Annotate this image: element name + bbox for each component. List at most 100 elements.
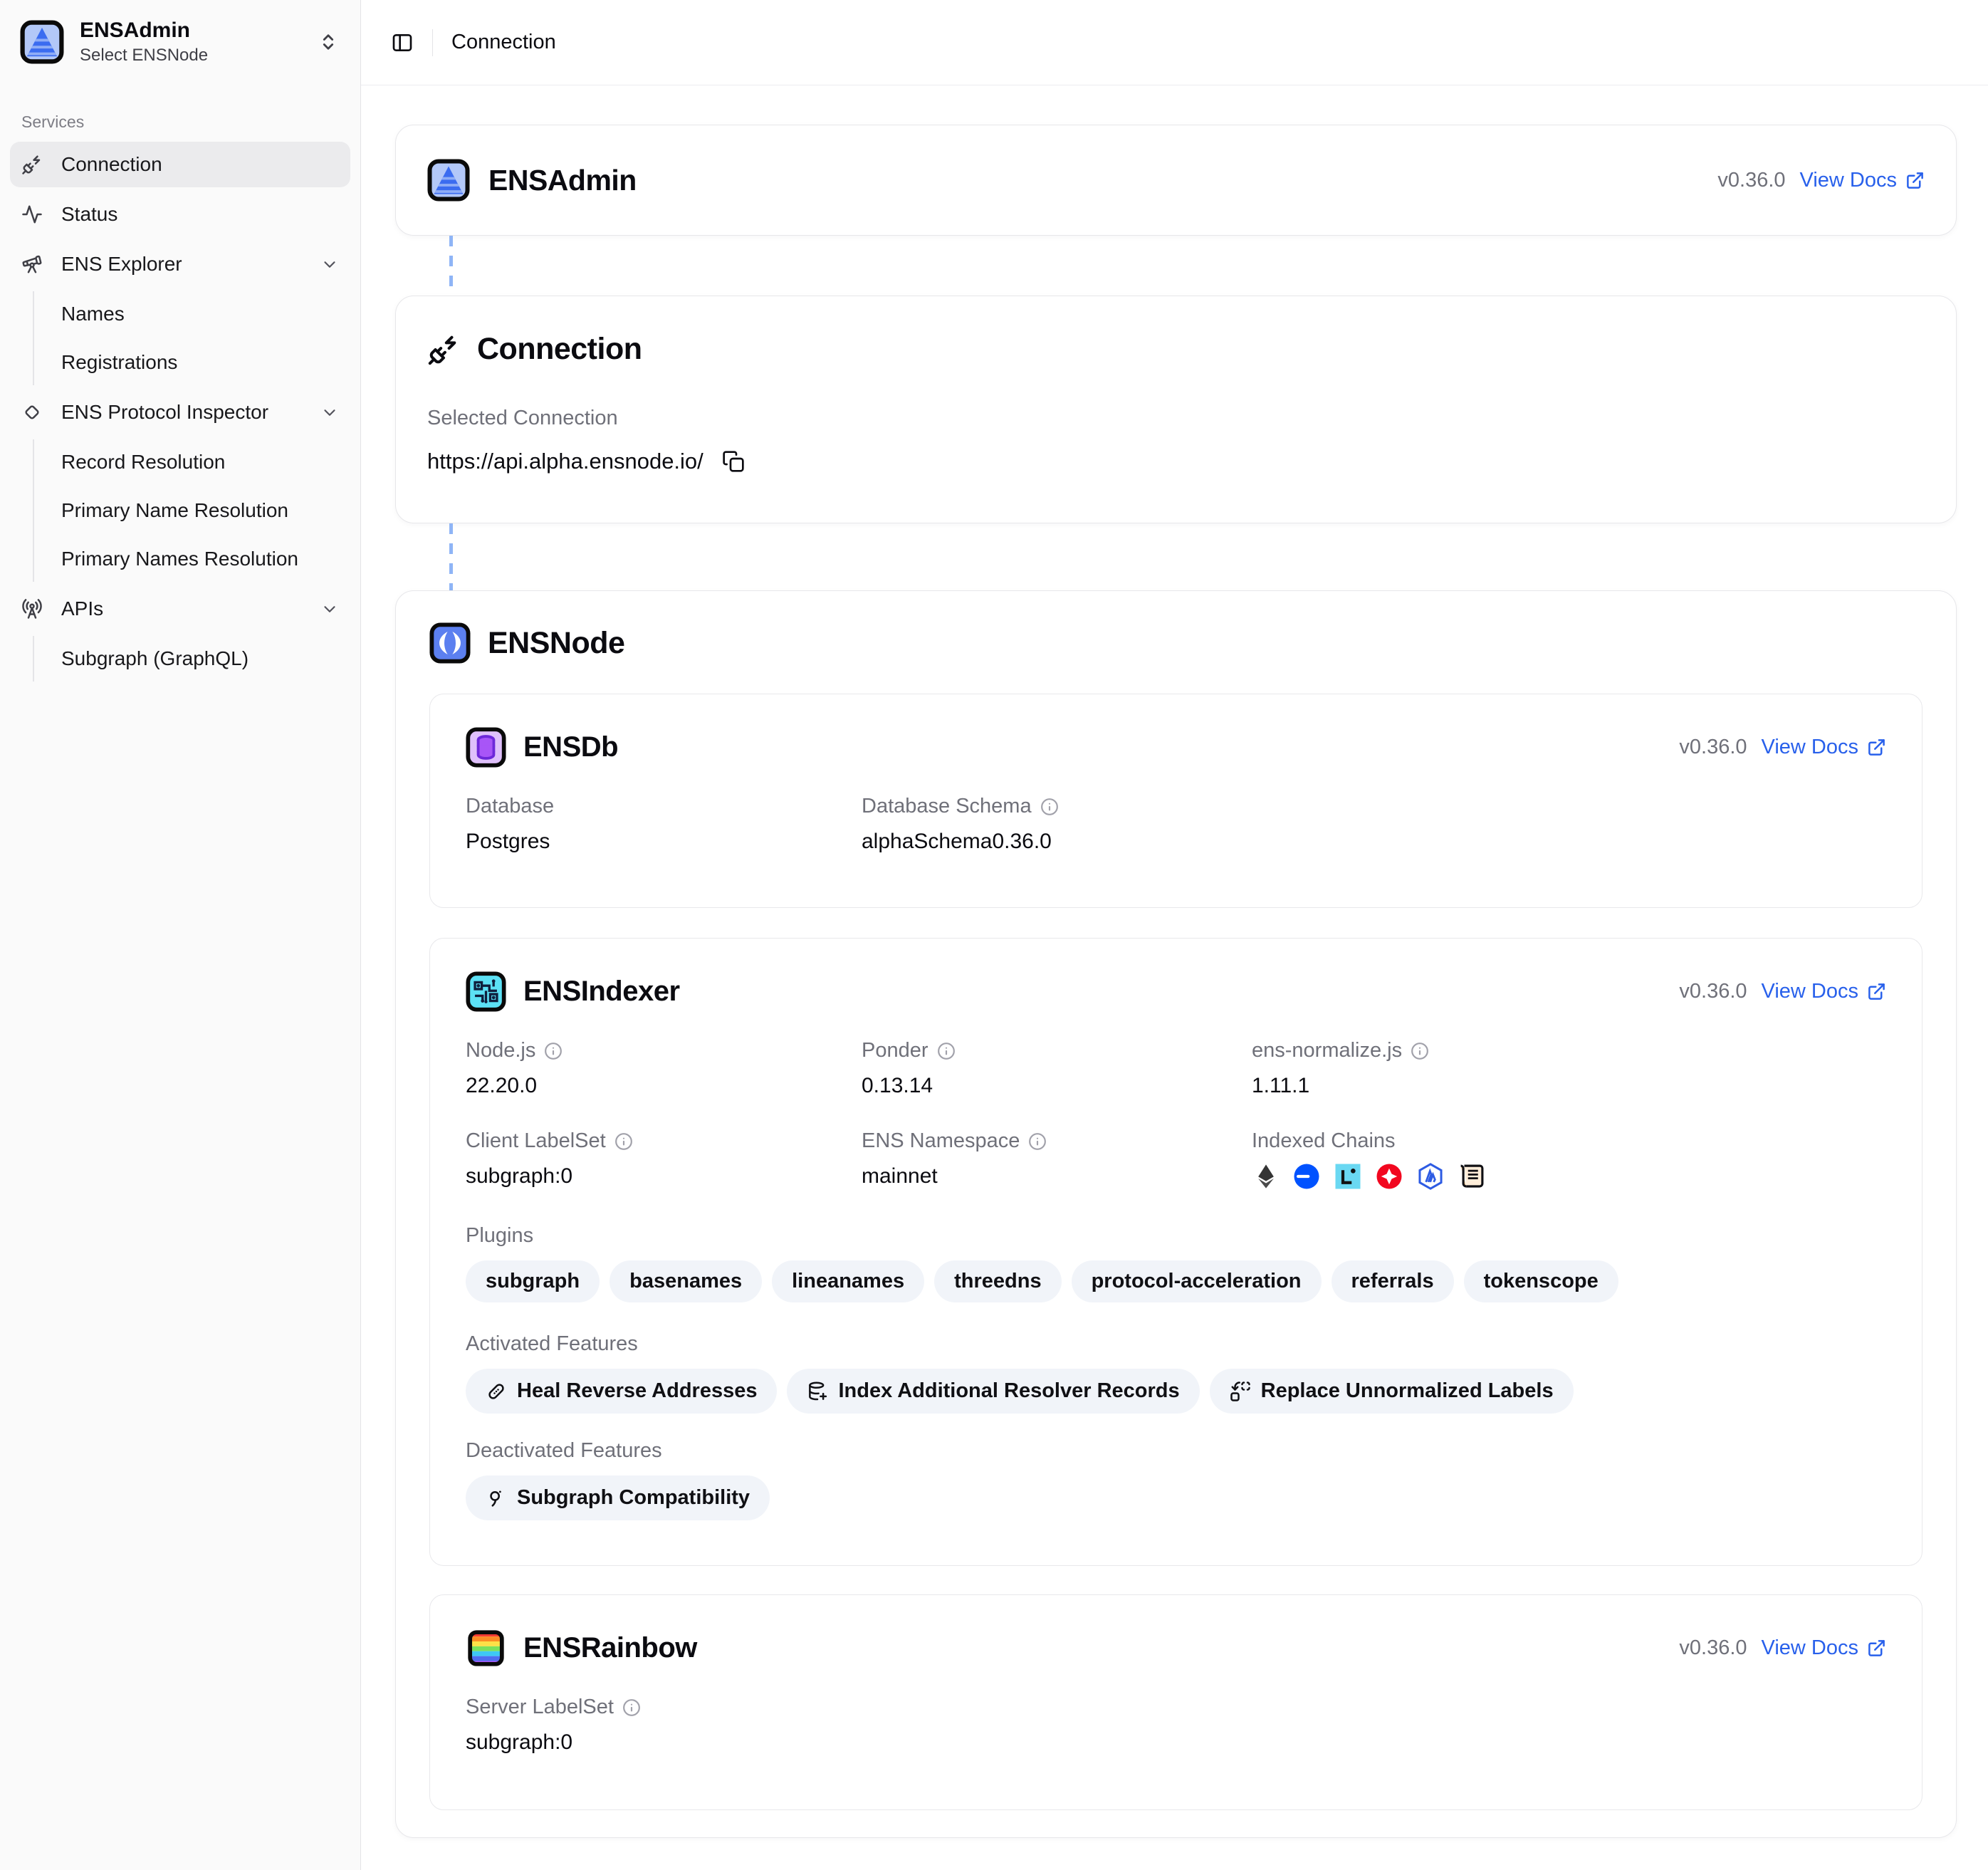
view-docs-label: View Docs bbox=[1762, 980, 1858, 1003]
external-link-icon bbox=[1867, 1639, 1886, 1658]
subgraph-icon bbox=[486, 1488, 507, 1509]
feature-label: Heal Reverse Addresses bbox=[517, 1379, 757, 1403]
copy-icon[interactable] bbox=[722, 450, 745, 473]
view-docs-link[interactable]: View Docs bbox=[1800, 169, 1925, 192]
field-value: subgraph:0 bbox=[466, 1730, 862, 1755]
view-docs-link[interactable]: View Docs bbox=[1762, 1636, 1886, 1660]
chevron-down-icon bbox=[320, 403, 339, 422]
field-label: Database Schema bbox=[862, 795, 1032, 818]
connector-dashed-line bbox=[449, 236, 453, 296]
sidebar-item-names[interactable]: Names bbox=[50, 291, 350, 337]
sidebar-item-connection[interactable]: Connection bbox=[10, 142, 350, 187]
sidebar-item-label: APIs bbox=[61, 597, 103, 620]
ensnode-selector[interactable]: ENSAdmin Select ENSNode bbox=[10, 0, 350, 81]
sidebar-item-label: Registrations bbox=[61, 351, 177, 374]
topbar: Connection bbox=[361, 0, 1988, 85]
info-icon[interactable] bbox=[614, 1132, 633, 1151]
view-docs-label: View Docs bbox=[1762, 736, 1858, 759]
sidebar-item-ens-protocol-inspector[interactable]: ENS Protocol Inspector bbox=[10, 390, 350, 435]
field-value: subgraph:0 bbox=[466, 1164, 862, 1189]
sidebar-item-label: Record Resolution bbox=[61, 451, 225, 474]
sidebar-item-label: Status bbox=[61, 203, 117, 226]
activated-features-label: Activated Features bbox=[466, 1332, 1886, 1356]
ensadmin-logo-icon bbox=[20, 20, 64, 64]
info-icon[interactable] bbox=[1411, 1042, 1429, 1060]
chevron-down-icon bbox=[320, 255, 339, 273]
ensadmin-logo-icon bbox=[427, 159, 470, 202]
sidebar-toggle-icon[interactable] bbox=[391, 31, 414, 54]
info-icon[interactable] bbox=[622, 1698, 641, 1717]
ensindexer-logo-icon bbox=[466, 971, 506, 1012]
plugins-section: Plugins subgraph basenames lineanames th… bbox=[466, 1224, 1886, 1302]
info-icon[interactable] bbox=[544, 1042, 563, 1060]
ensrainbow-logo-icon bbox=[466, 1628, 506, 1668]
field-label: ens-normalize.js bbox=[1252, 1039, 1402, 1062]
plugins-row: subgraph basenames lineanames threedns p… bbox=[466, 1260, 1886, 1302]
plugin-badge: subgraph bbox=[466, 1260, 600, 1302]
field-label: Node.js bbox=[466, 1039, 535, 1062]
feature-label: Index Additional Resolver Records bbox=[838, 1379, 1179, 1403]
telescope-icon bbox=[21, 254, 43, 275]
sidebar-item-primary-names-resolution[interactable]: Primary Names Resolution bbox=[50, 536, 350, 582]
ethereum-icon bbox=[1252, 1162, 1280, 1191]
connector-dashed-line bbox=[449, 523, 453, 590]
ensadmin-card-title: ENSAdmin bbox=[488, 164, 637, 197]
app-name: ENSAdmin bbox=[80, 19, 208, 43]
base-icon bbox=[1292, 1161, 1322, 1191]
ensdb-logo-icon bbox=[466, 727, 506, 768]
info-icon[interactable] bbox=[937, 1042, 956, 1060]
activity-icon bbox=[21, 204, 43, 225]
sidebar-item-apis[interactable]: APIs bbox=[10, 586, 350, 632]
sidebar-section-services: Services bbox=[10, 113, 350, 132]
sidebar-item-label: Primary Names Resolution bbox=[61, 548, 298, 570]
app-subtitle: Select ENSNode bbox=[80, 46, 208, 66]
radio-tower-icon bbox=[21, 598, 43, 620]
ensadmin-card: ENSAdmin v0.36.0 View Docs bbox=[395, 125, 1957, 236]
field-label: Indexed Chains bbox=[1252, 1129, 1396, 1153]
version-badge: v0.36.0 bbox=[1679, 980, 1747, 1003]
sidebar-item-record-resolution[interactable]: Record Resolution bbox=[50, 439, 350, 485]
connection-url: https://api.alpha.ensnode.io/ bbox=[427, 449, 703, 474]
info-icon[interactable] bbox=[1028, 1132, 1047, 1151]
connection-card-title: Connection bbox=[477, 332, 642, 367]
sidebar-nav: Connection Status ENS Explorer Names R bbox=[10, 142, 350, 681]
field-value: mainnet bbox=[862, 1164, 1252, 1189]
version-badge: v0.36.0 bbox=[1679, 736, 1747, 759]
field-value: 22.20.0 bbox=[466, 1074, 862, 1098]
field-database-schema: Database Schema alphaSchema0.36.0 bbox=[862, 795, 1252, 854]
ensindexer-card-title: ENSIndexer bbox=[523, 976, 680, 1008]
plugin-badge: referrals bbox=[1332, 1260, 1454, 1302]
sidebar-item-subgraph-graphql[interactable]: Subgraph (GraphQL) bbox=[50, 636, 350, 681]
feature-badge: Replace Unnormalized Labels bbox=[1210, 1369, 1574, 1414]
sidebar-item-status[interactable]: Status bbox=[10, 192, 350, 237]
field-value: 0.13.14 bbox=[862, 1074, 1252, 1098]
sidebar-item-ens-explorer[interactable]: ENS Explorer bbox=[10, 241, 350, 287]
topbar-divider bbox=[432, 29, 433, 56]
breadcrumb: Connection bbox=[451, 31, 556, 54]
sidebar-sub-ens-explorer: Names Registrations bbox=[33, 291, 350, 385]
deactivated-features-section: Deactivated Features Subgraph Compatibil… bbox=[466, 1439, 1886, 1520]
ensindexer-card: ENSIndexer v0.36.0 View Docs bbox=[429, 938, 1922, 1566]
sidebar-item-registrations[interactable]: Registrations bbox=[50, 340, 350, 385]
field-client-labelset: Client LabelSet subgraph:0 bbox=[466, 1129, 862, 1191]
sidebar-item-label: Connection bbox=[61, 153, 162, 176]
info-icon[interactable] bbox=[1040, 798, 1059, 816]
chevrons-up-down-icon bbox=[316, 30, 340, 54]
sidebar-item-label: Subgraph (GraphQL) bbox=[61, 647, 248, 670]
view-docs-link[interactable]: View Docs bbox=[1762, 980, 1886, 1003]
main-area: Connection ENSAdmin v0.36.0 View Docs bbox=[361, 0, 1988, 1870]
plugin-badge: tokenscope bbox=[1464, 1260, 1618, 1302]
sidebar-item-primary-name-resolution[interactable]: Primary Name Resolution bbox=[50, 488, 350, 533]
field-ens-namespace: ENS Namespace mainnet bbox=[862, 1129, 1252, 1191]
sidebar-item-label: ENS Explorer bbox=[61, 253, 182, 276]
ensrainbow-card: ENSRainbow v0.36.0 View Docs bbox=[429, 1594, 1922, 1810]
field-indexed-chains: Indexed Chains bbox=[1252, 1129, 1886, 1191]
ensnode-logo-icon bbox=[429, 622, 471, 664]
indexed-chains-row bbox=[1252, 1161, 1886, 1191]
activated-features-row: Heal Reverse Addresses Index Additional … bbox=[466, 1369, 1886, 1414]
sidebar-sub-apis: Subgraph (GraphQL) bbox=[33, 636, 350, 681]
field-database: Database Postgres bbox=[466, 795, 862, 854]
linea-icon bbox=[1333, 1161, 1363, 1191]
chevron-down-icon bbox=[320, 600, 339, 618]
view-docs-link[interactable]: View Docs bbox=[1762, 736, 1886, 759]
